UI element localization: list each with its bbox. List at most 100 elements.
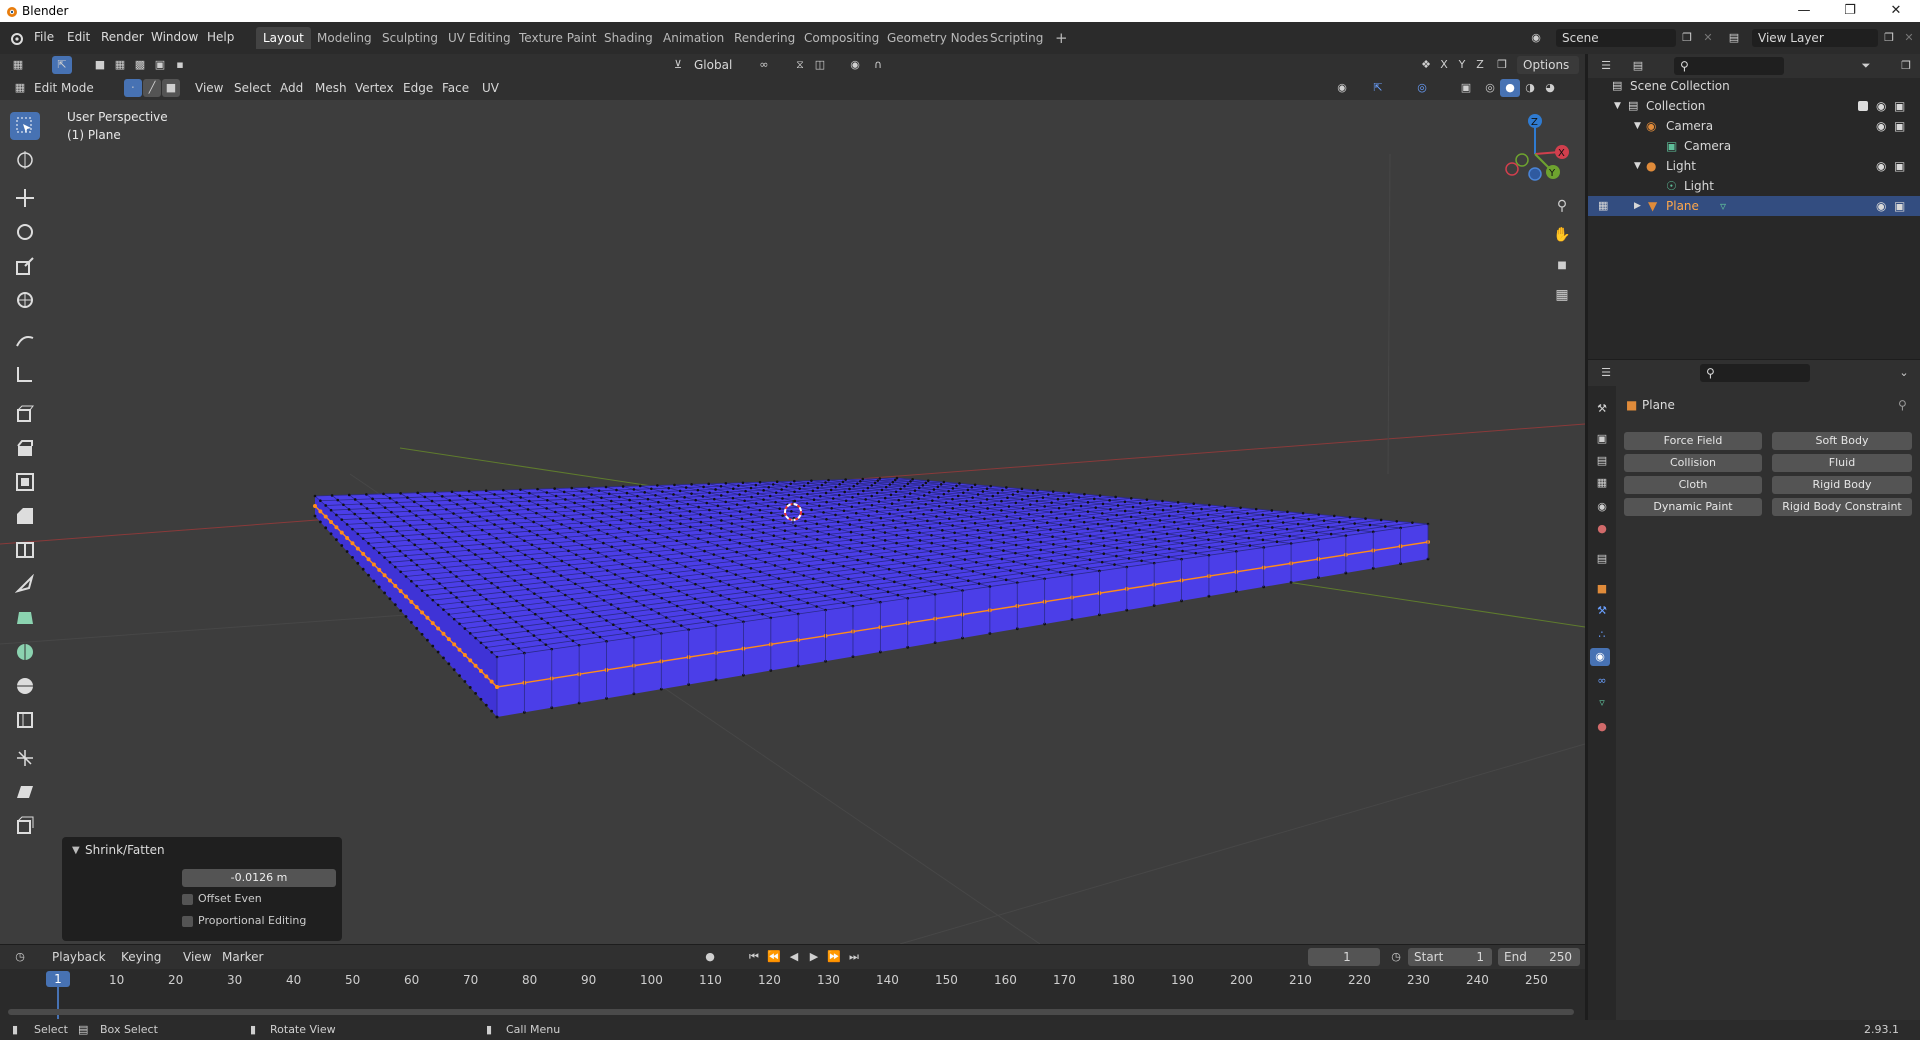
camera-view-icon[interactable]: ◾: [1552, 256, 1572, 274]
cloth-button[interactable]: Cloth: [1624, 476, 1762, 494]
particles-tab-icon[interactable]: ∴: [1592, 626, 1612, 644]
tab-animation[interactable]: Animation: [656, 27, 731, 49]
visibility-eye-icon[interactable]: ◉: [1876, 96, 1886, 116]
visibility-eye-icon[interactable]: ◉: [1876, 196, 1886, 216]
pin-icon[interactable]: ⚲: [1898, 398, 1907, 412]
outliner-editor-icon[interactable]: ☰: [1596, 57, 1616, 75]
rigid-body-constraint-button[interactable]: Rigid Body Constraint: [1772, 498, 1912, 516]
tab-compositing[interactable]: Compositing: [797, 27, 886, 49]
view-layer-tab-icon[interactable]: ▦: [1592, 474, 1612, 492]
new-collection-icon[interactable]: ❐: [1896, 57, 1916, 75]
add-cube-tool-icon[interactable]: [10, 400, 40, 428]
preview-range-icon[interactable]: ◷: [1386, 948, 1406, 966]
tab-geometry-nodes[interactable]: Geometry Nodes: [880, 27, 995, 49]
jump-keyframe-forward-icon[interactable]: ⏩: [824, 948, 844, 966]
tool-tab-icon[interactable]: ⚒: [1592, 400, 1612, 418]
playhead-frame[interactable]: 1: [46, 971, 70, 987]
view-layer-field[interactable]: View Layer: [1752, 29, 1878, 47]
minimize-icon[interactable]: —: [1781, 0, 1827, 22]
menu-file[interactable]: File: [34, 30, 54, 44]
tab-texture-paint[interactable]: Texture Paint: [512, 27, 603, 49]
scene-tab-icon[interactable]: ◉: [1592, 498, 1612, 516]
measure-tool-icon[interactable]: [10, 360, 40, 388]
render-tab-icon[interactable]: ▣: [1592, 430, 1612, 448]
soft-body-button[interactable]: Soft Body: [1772, 432, 1912, 450]
marker-menu[interactable]: Marker: [222, 950, 263, 964]
knife-tool-icon[interactable]: [10, 570, 40, 598]
edit-mode-icon[interactable]: ▦: [1598, 196, 1608, 216]
tab-layout[interactable]: Layout: [256, 27, 311, 49]
poly-build-tool-icon[interactable]: [10, 604, 40, 632]
outliner-search-input[interactable]: ⚲: [1674, 57, 1784, 75]
tab-scripting[interactable]: Scripting: [983, 27, 1050, 49]
properties-search-input[interactable]: ⚲: [1700, 364, 1810, 382]
expand-arrow-icon[interactable]: ▼: [1634, 156, 1641, 176]
frame-ruler[interactable]: 10 20 30 40 50 60 70 80 90 100 110 120 130 140 150 160 1…: [0, 969, 1585, 1020]
offset-even-checkbox[interactable]: [182, 894, 193, 905]
dynamic-paint-button[interactable]: Dynamic Paint: [1624, 498, 1762, 516]
render-camera-icon[interactable]: ▣: [1894, 116, 1905, 136]
scene-field[interactable]: Scene: [1556, 29, 1676, 47]
collapse-arrow-icon[interactable]: ▼: [72, 845, 80, 856]
end-frame-field[interactable]: End 250: [1498, 948, 1580, 966]
annotate-tool-icon[interactable]: [10, 326, 40, 354]
rigid-body-button[interactable]: Rigid Body: [1772, 476, 1912, 494]
operator-title[interactable]: Shrink/Fatten: [85, 843, 165, 857]
tab-sculpting[interactable]: Sculpting: [375, 27, 445, 49]
bevel-tool-icon[interactable]: [10, 502, 40, 530]
tab-modeling[interactable]: Modeling: [310, 27, 379, 49]
playback-menu[interactable]: Playback: [52, 950, 106, 964]
select-box-tool-icon[interactable]: [10, 112, 40, 140]
outliner-row-selected[interactable]: ▦ ▶ ▼ Plane ▿ ◉ ▣: [1588, 196, 1920, 216]
collection-tab-icon[interactable]: ▤: [1592, 550, 1612, 568]
play-reverse-icon[interactable]: ◀: [784, 948, 804, 966]
output-tab-icon[interactable]: ▤: [1592, 452, 1612, 470]
restore-icon[interactable]: ❐: [1827, 0, 1873, 22]
view-layer-browse-icon[interactable]: ▤: [1724, 29, 1744, 47]
fluid-button[interactable]: Fluid: [1772, 454, 1912, 472]
outliner-row[interactable]: ▼ ● Light ◉ ▣: [1588, 156, 1920, 176]
transform-tool-icon[interactable]: [10, 286, 40, 314]
filter-icon[interactable]: ⏷: [1856, 57, 1876, 75]
rip-region-tool-icon[interactable]: [10, 812, 40, 840]
jump-keyframe-back-icon[interactable]: ⏪: [764, 948, 784, 966]
zoom-view-icon[interactable]: ⚲: [1552, 197, 1572, 215]
physics-tab-icon[interactable]: ◉: [1590, 648, 1610, 666]
jump-start-icon[interactable]: ⏮: [744, 948, 764, 966]
grid-view-icon[interactable]: ▦: [1552, 286, 1572, 304]
outliner-row[interactable]: ▼ ▤ Collection ◉ ▣: [1588, 96, 1920, 116]
outliner-row[interactable]: ▣ Camera: [1588, 136, 1920, 156]
render-camera-icon[interactable]: ▣: [1894, 196, 1905, 216]
tab-shading[interactable]: Shading: [597, 27, 660, 49]
inset-tool-icon[interactable]: [10, 468, 40, 496]
collision-button[interactable]: Collision: [1624, 454, 1762, 472]
menu-render[interactable]: Render: [101, 30, 144, 44]
loop-cut-tool-icon[interactable]: [10, 536, 40, 564]
extrude-tool-icon[interactable]: [10, 434, 40, 462]
timeline-view-menu[interactable]: View: [183, 950, 211, 964]
proportional-editing-checkbox[interactable]: [182, 916, 193, 927]
render-camera-icon[interactable]: ▣: [1894, 156, 1905, 176]
data-tab-icon[interactable]: ▿: [1592, 694, 1612, 712]
outliner-row[interactable]: ☉ Light: [1588, 176, 1920, 196]
display-mode-icon[interactable]: ▤: [1628, 57, 1648, 75]
scene-browse-icon[interactable]: ◉: [1526, 29, 1546, 47]
blender-menu-icon[interactable]: [9, 31, 23, 45]
timeline-scrollbar[interactable]: [8, 1009, 1574, 1015]
new-scene-icon[interactable]: ❐: [1677, 29, 1697, 47]
visibility-eye-icon[interactable]: ◉: [1876, 156, 1886, 176]
3d-viewport[interactable]: ▦ ⇱ ■ ▦ ▩ ▣ ▪ ⊻ Global ∞ ⧖ ◫ ◉ ∩ ❖ X Y Z…: [0, 54, 1585, 944]
current-frame-field[interactable]: 1: [1308, 948, 1380, 966]
jump-end-icon[interactable]: ⏭: [844, 948, 864, 966]
tab-rendering[interactable]: Rendering: [727, 27, 802, 49]
properties-options-icon[interactable]: ⌄: [1894, 364, 1914, 382]
modifier-tab-icon[interactable]: ⚒: [1592, 602, 1612, 620]
object-tab-icon[interactable]: ■: [1592, 580, 1612, 598]
rotate-tool-icon[interactable]: [10, 218, 40, 246]
keying-menu[interactable]: Keying: [121, 950, 161, 964]
navigation-gizmo[interactable]: Z X Y: [1490, 109, 1580, 199]
add-workspace-icon[interactable]: +: [1048, 27, 1075, 49]
edge-slide-tool-icon[interactable]: [10, 706, 40, 734]
material-tab-icon[interactable]: ●: [1592, 718, 1612, 736]
expand-arrow-icon[interactable]: ▶: [1634, 196, 1641, 216]
